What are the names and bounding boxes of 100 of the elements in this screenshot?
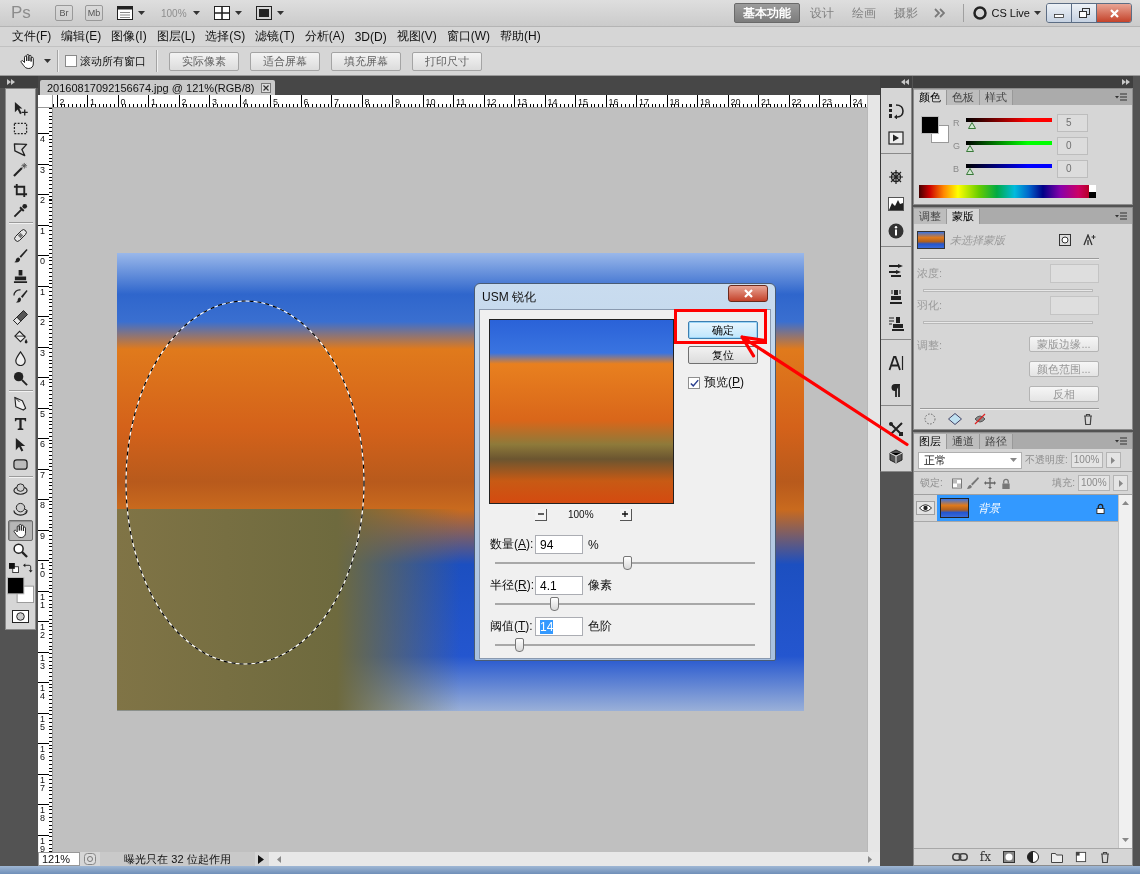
hand-tool-button[interactable] (8, 520, 33, 541)
histogram-icon[interactable] (888, 195, 904, 212)
close-button[interactable] (728, 285, 768, 302)
channel-value-field[interactable]: 5 (1057, 113, 1088, 132)
ok-button[interactable]: 确定 (688, 321, 758, 339)
slider-thumb[interactable] (967, 121, 976, 129)
slider-thumb[interactable] (550, 597, 560, 611)
channel-value-field[interactable]: 0 (1057, 136, 1088, 155)
stamp-sources-icon[interactable] (888, 288, 904, 305)
zoom-in-button[interactable] (619, 508, 632, 521)
fill-slider-button[interactable] (1113, 475, 1128, 491)
option-button[interactable]: 适合屏幕 (250, 51, 320, 71)
expand-icon[interactable] (7, 79, 15, 85)
launcher-button[interactable]: Br (55, 5, 73, 21)
diamond-icon[interactable] (948, 413, 962, 425)
launcher-button[interactable]: Mb (85, 5, 103, 21)
feather-field[interactable] (1050, 296, 1099, 315)
parameter-field[interactable]: 4.1 (535, 576, 583, 595)
cube-icon[interactable] (888, 447, 904, 464)
tool-preset-button[interactable] (20, 52, 51, 70)
menu-item[interactable]: 滤镜(T) (255, 28, 295, 45)
minimize-button[interactable] (1047, 4, 1072, 22)
panel-tab[interactable]: 通道 (947, 434, 980, 449)
lock-icon[interactable] (1000, 477, 1011, 489)
trash-icon[interactable] (1099, 851, 1111, 863)
view-extras-button[interactable] (117, 4, 145, 22)
option-button[interactable]: 实际像素 (169, 51, 239, 71)
arrange-documents-button[interactable] (213, 4, 242, 22)
quick-mask-icon[interactable] (12, 610, 29, 623)
status-menu-button[interactable] (255, 852, 267, 866)
horizontal-scrollbar[interactable] (269, 852, 880, 866)
zoom-field[interactable]: 121% (38, 852, 80, 866)
checkbox[interactable] (65, 55, 77, 67)
fill-field[interactable]: 100% (1078, 475, 1110, 491)
option-button[interactable]: 打印尺寸 (412, 51, 482, 71)
restore-button[interactable] (1072, 4, 1097, 22)
mask-icon[interactable] (1003, 851, 1015, 863)
panel-menu-icon[interactable] (1115, 437, 1127, 445)
pixel-mask-icon[interactable] (1059, 234, 1071, 246)
cs-live-button[interactable]: CS Live (973, 6, 1041, 20)
stamp-lines-icon[interactable] (888, 315, 904, 332)
right-arrow-icon[interactable] (868, 855, 872, 863)
option-button[interactable]: 填充屏幕 (331, 51, 401, 71)
panel-menu-icon[interactable] (1115, 212, 1127, 220)
workspace-button[interactable]: 基本功能 (734, 3, 801, 23)
parameter-field[interactable]: 94 (535, 535, 583, 554)
brush-lines-icon[interactable] (888, 261, 904, 278)
trash-icon[interactable] (1082, 413, 1094, 425)
slider-thumb[interactable] (966, 144, 974, 152)
panel-menu-icon[interactable] (1115, 93, 1127, 101)
chevrons-icon[interactable] (934, 8, 946, 18)
menu-item[interactable]: 选择(S) (205, 28, 246, 45)
workspace-button[interactable]: 设计 (802, 3, 843, 23)
panel-tab[interactable]: 路径 (980, 434, 1013, 449)
menu-item[interactable]: 分析(A) (304, 28, 345, 45)
density-field[interactable] (1050, 264, 1099, 283)
parameter-field[interactable]: 14 (535, 617, 583, 636)
workspace-button[interactable]: 摄影 (886, 3, 927, 23)
default-colors-icon[interactable] (8, 563, 19, 573)
down-arrow-icon[interactable] (1122, 838, 1129, 842)
layer-row[interactable]: 背景 (937, 495, 1118, 521)
color-swatch-icon[interactable] (7, 577, 34, 603)
workspace-button[interactable]: 绘画 (844, 3, 885, 23)
document-tab[interactable]: 20160817092156674.jpg @ 121%(RGB/8) (40, 80, 275, 95)
folder-icon[interactable] (1051, 851, 1063, 863)
zoom-out-button[interactable] (535, 508, 547, 521)
menu-item[interactable]: 图层(L) (156, 28, 196, 45)
ship-wheel-icon[interactable] (888, 168, 904, 185)
panel-tab[interactable]: 色板 (947, 90, 980, 105)
letter-a-icon[interactable] (888, 354, 904, 371)
screen-mode-button[interactable] (255, 4, 284, 22)
status-info[interactable]: 曝光只在 32 位起作用 (100, 852, 255, 866)
layer-style-button[interactable]: fx (979, 850, 991, 864)
brush-icon[interactable] (966, 477, 979, 489)
blend-mode-dropdown[interactable]: 正常 (918, 451, 1022, 469)
panel-tab[interactable]: 图层 (914, 434, 947, 449)
new-page-icon[interactable] (1075, 851, 1087, 863)
menu-item[interactable]: 视图(V) (396, 28, 437, 45)
color-swatch-icon[interactable] (921, 116, 949, 143)
crossed-eye-icon[interactable] (974, 413, 986, 425)
menu-item[interactable]: 3D(D) (354, 29, 387, 44)
reset-button[interactable]: 复位 (688, 346, 758, 364)
history-icon[interactable] (888, 102, 904, 119)
document-badge-icon[interactable] (84, 853, 96, 865)
link-icon[interactable] (951, 852, 968, 862)
panel-tab[interactable]: 样式 (980, 90, 1013, 105)
up-arrow-icon[interactable] (1122, 501, 1129, 505)
crossed-tools-icon[interactable] (888, 420, 904, 437)
left-arrow-icon[interactable] (277, 855, 281, 863)
menu-item[interactable]: 窗口(W) (446, 28, 490, 45)
vertical-scrollbar[interactable] (867, 95, 880, 852)
swap-arrow-icon[interactable] (22, 563, 33, 573)
vector-mask-icon[interactable] (1082, 234, 1096, 246)
slider-thumb[interactable] (623, 556, 632, 570)
opacity-slider-button[interactable] (1105, 452, 1121, 468)
slider-thumb[interactable] (966, 167, 974, 175)
move-arrows-icon[interactable] (983, 477, 996, 489)
close-icon[interactable] (260, 82, 271, 93)
play-box-icon[interactable] (888, 129, 904, 146)
slider-thumb[interactable] (515, 638, 525, 652)
